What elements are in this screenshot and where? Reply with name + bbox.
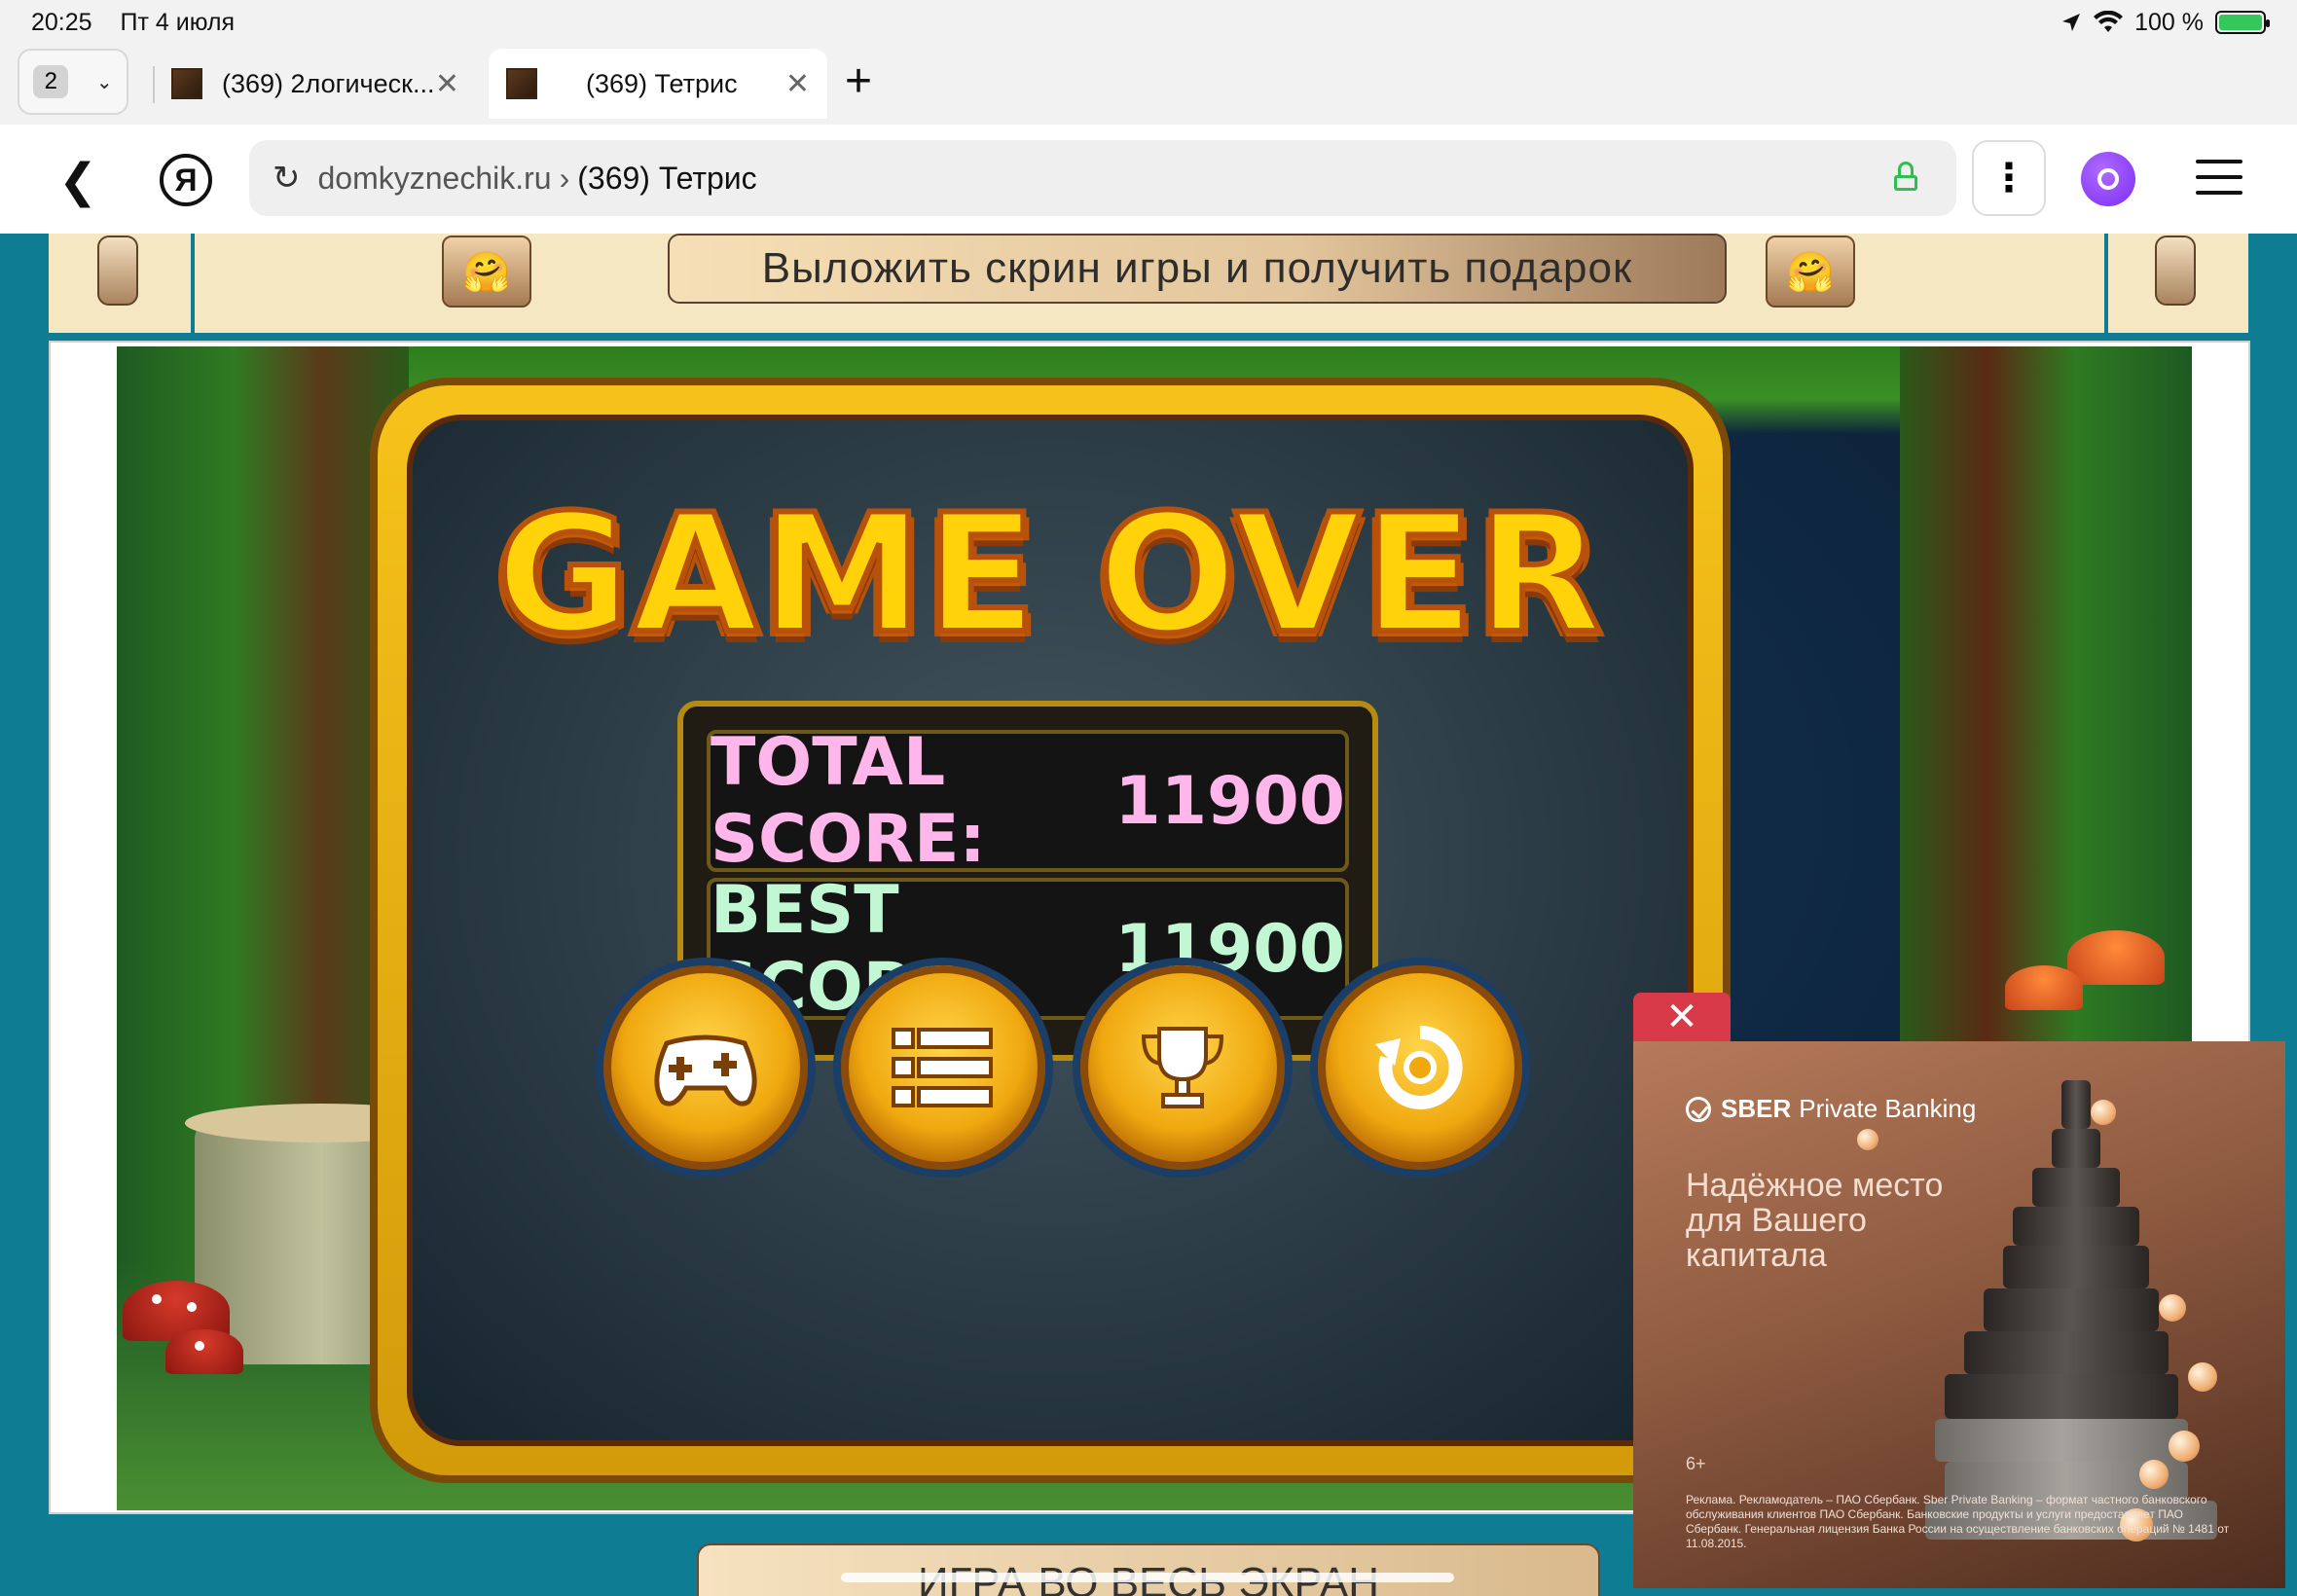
total-score-label: TOTAL SCORE:	[711, 724, 986, 878]
ad-close-button[interactable]: ✕	[1633, 993, 1731, 1041]
game-over-title: GAME OVER	[493, 476, 1606, 672]
tab-tetris[interactable]: (369) Тетрис ✕	[489, 49, 827, 119]
url-page-title: (369) Тетрис	[577, 160, 757, 196]
game-over-panel: GAME OVER TOTAL SCORE: 11900 BEST SCORE:…	[370, 378, 1731, 1483]
new-game-button[interactable]	[603, 965, 808, 1170]
gamepad-icon	[654, 1034, 757, 1106]
close-tab-icon[interactable]: ✕	[785, 67, 810, 101]
sber-ad-banner[interactable]: SBER Private Banking Надёжное место для …	[1633, 1041, 2285, 1588]
lock-icon[interactable]	[1894, 162, 1917, 191]
tab-title: (369) 2логическ...	[222, 68, 435, 98]
mushroom	[2005, 965, 2083, 1010]
stone-tower-image	[1857, 1070, 2246, 1557]
site-favicon	[506, 68, 537, 99]
address-bar[interactable]: ↻ domkyznechik.ru › (369) Тетрис	[249, 140, 1956, 216]
ad-brand-bold: SBER	[1721, 1094, 1792, 1123]
total-score-row: TOTAL SCORE: 11900	[707, 724, 1349, 878]
hug-emoji-button[interactable]: 🤗	[442, 236, 531, 308]
trophy-icon	[1141, 1027, 1224, 1108]
navigation-bar: ❮ Я ↻ domkyznechik.ru › (369) Тетрис ⋮	[0, 125, 2297, 234]
gift-banner: 🤗 Выложить скрин игры и получить подарок…	[49, 234, 2248, 337]
date: Пт 4 июля	[120, 8, 236, 36]
divider	[191, 234, 195, 337]
hamburger-menu-icon[interactable]	[2196, 160, 2242, 206]
fullscreen-button[interactable]: ИГРА ВО ВЕСЬ ЭКРАН	[697, 1543, 1600, 1596]
battery-icon	[2215, 11, 2270, 34]
tab-count: 2	[33, 65, 69, 98]
decor-pill	[97, 236, 138, 306]
tab-switcher-button[interactable]: 2 ⌄	[18, 49, 128, 115]
sber-check-icon	[1686, 1096, 1711, 1122]
chevron-down-icon: ⌄	[95, 71, 113, 93]
yandex-button[interactable]: Я	[160, 154, 212, 206]
total-score-value: 11900	[1114, 762, 1345, 840]
reload-icon[interactable]: ↻	[273, 159, 301, 198]
ad-legal-text: Реклама. Рекламодатель – ПАО Сбербанк. S…	[1686, 1493, 2230, 1550]
back-button[interactable]: ❮	[58, 154, 97, 208]
achievements-button[interactable]	[1080, 965, 1285, 1170]
close-tab-icon[interactable]: ✕	[435, 67, 459, 101]
alice-assistant-button[interactable]	[2081, 152, 2135, 206]
tab-divider	[153, 66, 155, 103]
decor-pill	[2155, 236, 2196, 306]
url-host: domkyznechik.ru	[317, 160, 552, 196]
home-indicator[interactable]	[841, 1573, 1454, 1582]
location-icon	[2062, 14, 2081, 31]
mushroom	[2067, 930, 2165, 985]
ad-age-rating: 6+	[1686, 1454, 1706, 1473]
wifi-icon	[2094, 11, 2124, 32]
leaderboard-list-button[interactable]	[841, 965, 1045, 1170]
hug-emoji-button[interactable]: 🤗	[1766, 236, 1855, 308]
more-options-button[interactable]: ⋮	[1972, 140, 2046, 216]
restart-button[interactable]	[1318, 965, 1522, 1170]
tab-logic-games[interactable]: (369) 2логическ... ✕	[156, 49, 477, 119]
status-bar: 20:25 Пт 4 июля 100 %	[0, 0, 2297, 45]
mushroom	[165, 1329, 243, 1374]
tab-bar: 2 ⌄ (369) 2логическ... ✕ (369) Тетрис ✕ …	[0, 45, 2297, 125]
battery-percent: 100 %	[2134, 8, 2204, 36]
divider	[2104, 234, 2108, 337]
restart-icon	[1375, 1025, 1463, 1109]
list-icon	[892, 1028, 993, 1107]
clock: 20:25	[31, 8, 92, 36]
tab-title: (369) Тетрис	[586, 68, 738, 98]
gift-screenshot-button[interactable]: Выложить скрин игры и получить подарок	[668, 234, 1727, 304]
url-separator: ›	[559, 160, 570, 196]
new-tab-button[interactable]: +	[845, 54, 872, 108]
site-favicon	[171, 68, 202, 99]
game-over-panel-inner: GAME OVER TOTAL SCORE: 11900 BEST SCORE:…	[407, 415, 1694, 1446]
